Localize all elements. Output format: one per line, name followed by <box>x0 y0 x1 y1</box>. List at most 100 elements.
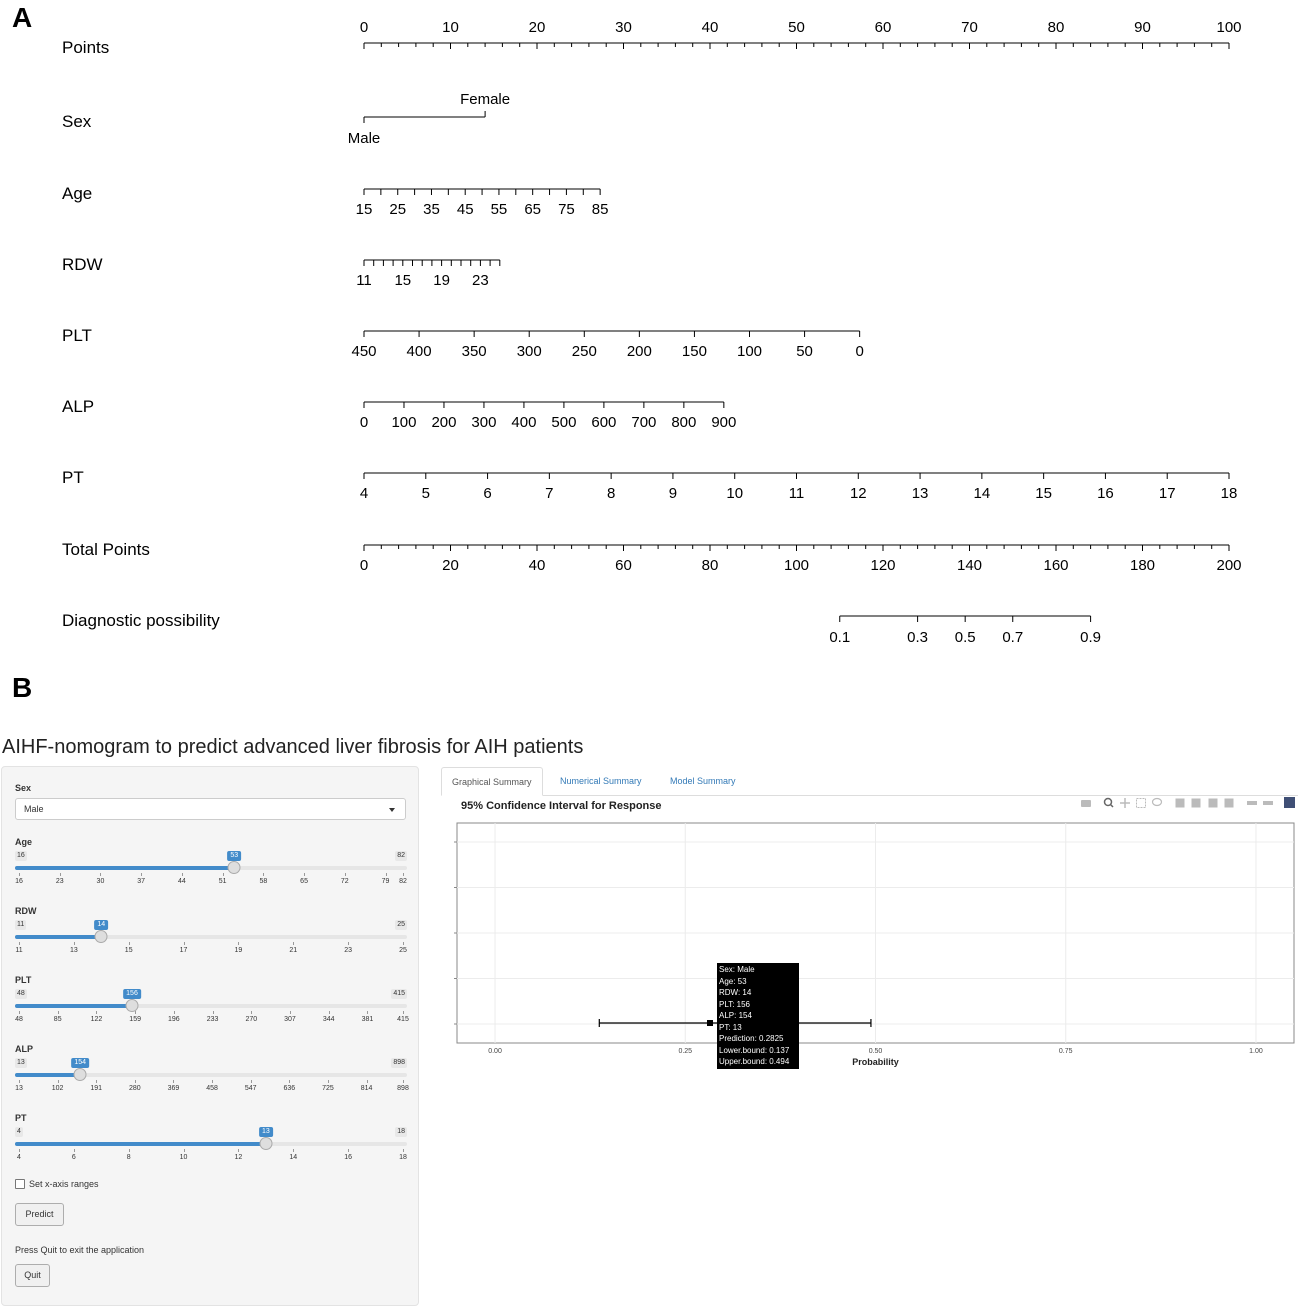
age-slider[interactable]: 16 82 53 16 23 30 37 44 51 58 65 72 79 82 <box>15 851 407 901</box>
tab-graphical-summary[interactable]: Graphical Summary <box>441 767 543 796</box>
box-select-icon[interactable] <box>1136 798 1146 808</box>
tooltip-line: Prediction: 0.2825 <box>719 1034 784 1043</box>
plt-tick-label: 250 <box>572 343 597 360</box>
plt-slider-tick <box>367 1011 369 1014</box>
row-label-rdw: RDW <box>62 255 103 274</box>
pt-slider-tick <box>238 1149 240 1152</box>
tooltip-line: Sex: Male <box>719 965 755 974</box>
tab-model-summary[interactable]: Model Summary <box>660 767 746 795</box>
plt-tick-label: 150 <box>682 343 707 360</box>
alp-slider-tick <box>173 1080 175 1083</box>
age-tick-label: 25 <box>389 201 406 218</box>
plt-slider-tick-label: 122 <box>90 1016 103 1023</box>
ci-x-tick-label: 0.50 <box>869 1048 883 1055</box>
zoom-out-icon[interactable] <box>1191 798 1201 808</box>
alp-slider-tick-label: 191 <box>90 1085 103 1092</box>
tooltip-line: PT: 13 <box>719 1022 742 1032</box>
alp-slider-tick-label: 458 <box>206 1085 218 1092</box>
alp-slider[interactable]: 13 898 154 13 102 191 280 369 458 547 636 725 814 898 <box>15 1058 409 1108</box>
ci-x-tick-label: 1.00 <box>1249 1048 1263 1055</box>
pt-tick-label: 17 <box>1159 485 1176 502</box>
camera-icon[interactable] <box>1081 800 1091 807</box>
possibility-tick-label: 0.9 <box>1080 629 1101 646</box>
row-label-alp: ALP <box>62 397 94 416</box>
tooltip-line: ALP: 154 <box>719 1011 752 1020</box>
alp-slider-handle[interactable] <box>73 1068 87 1081</box>
plt-slider-tick-label: 159 <box>129 1016 141 1023</box>
sex-label: Sex <box>15 783 32 793</box>
rdw-tick-label: 11 <box>356 272 372 289</box>
pt-slider-tick-label: 6 <box>71 1154 76 1161</box>
age-slider-tick <box>19 873 20 876</box>
plt-slider-tick-label: 196 <box>168 1016 180 1023</box>
pt-slider-tick-label: 10 <box>179 1154 188 1161</box>
alp-value-label: 154 <box>71 1058 90 1068</box>
age-slider-fill <box>15 866 235 870</box>
alp-tick-label: 800 <box>671 414 696 431</box>
ci-x-tick-label: 0.25 <box>678 1048 692 1055</box>
pan-icon[interactable] <box>1120 798 1130 808</box>
rdw-slider-handle[interactable] <box>94 930 108 943</box>
pt-tick-label: 12 <box>850 485 867 502</box>
age-slider-tick-label: 30 <box>96 878 105 885</box>
total-points-tick-label: 120 <box>870 557 895 574</box>
rdw-slider-tick <box>403 942 404 945</box>
quit-button[interactable]: Quit <box>15 1264 50 1287</box>
age-slider-tick <box>100 873 102 876</box>
autoscale-icon[interactable] <box>1208 798 1218 808</box>
sex-select[interactable]: Male <box>15 798 406 820</box>
plt-slider-handle[interactable] <box>125 999 139 1012</box>
rdw-slider-tick-label: 19 <box>234 947 243 954</box>
possibility-tick-label: 0.3 <box>907 629 928 646</box>
alp-label: ALP <box>15 1044 33 1054</box>
total-points-tick-label: 0 <box>360 557 368 574</box>
age-slider-tick-label: 72 <box>340 878 349 885</box>
alp-slider-tick <box>212 1080 214 1083</box>
rdw-slider-tick <box>348 942 350 945</box>
spike-icon[interactable] <box>1247 801 1257 805</box>
alp-slider-tick <box>327 1080 329 1083</box>
pt-value-label: 13 <box>258 1127 273 1137</box>
possibility-tick-label: 0.5 <box>955 629 976 646</box>
age-slider-tick-label: 23 <box>55 878 64 885</box>
rdw-slider-fill <box>15 935 102 939</box>
total-points-tick-label: 100 <box>784 557 809 574</box>
alp-tick-label: 0 <box>360 414 368 431</box>
age-tick-label: 85 <box>592 201 609 218</box>
pt-slider[interactable]: 4 18 13 4 6 8 10 12 14 16 18 <box>15 1127 407 1177</box>
total-points-tick-label: 40 <box>529 557 546 574</box>
age-slider-tick-label: 65 <box>300 878 308 885</box>
home-icon[interactable] <box>1224 798 1234 808</box>
pt-slider-handle[interactable] <box>259 1137 273 1150</box>
rdw-slider-tick <box>128 942 130 945</box>
age-slider-handle[interactable] <box>227 861 241 874</box>
age-min-label: 16 <box>15 851 27 861</box>
rdw-slider-tick-label: 17 <box>179 947 188 954</box>
alp-slider-fill <box>15 1073 81 1077</box>
pt-slider-tick-label: 16 <box>344 1154 353 1161</box>
plt-slider[interactable]: 48 415 156 48 85 122 159 196 233 270 307 344 381 415 <box>15 989 409 1039</box>
zoom-icon[interactable] <box>1103 797 1114 808</box>
rdw-slider-tick-label: 25 <box>399 947 407 954</box>
predict-button[interactable]: Predict <box>15 1203 64 1226</box>
tab-numerical-summary[interactable]: Numerical Summary <box>550 767 652 795</box>
alp-tick-label: 900 <box>711 414 736 431</box>
possibility-tick-label: 0.1 <box>829 629 850 646</box>
zoom-in-icon[interactable] <box>1175 798 1185 808</box>
set-x-axis-ranges-checkbox-row[interactable]: Set x-axis ranges <box>15 1179 99 1189</box>
ci-prediction-point[interactable] <box>707 1020 714 1026</box>
alp-tick-label: 300 <box>471 414 496 431</box>
alp-slider-tick <box>250 1080 252 1083</box>
rdw-slider[interactable]: 11 25 14 11 13 15 17 19 21 23 25 <box>15 920 407 970</box>
total-points-tick-label: 20 <box>442 557 459 574</box>
app-title: AIHF-nomogram to predict advanced liver … <box>2 736 584 758</box>
row-label-points: Points <box>62 38 109 57</box>
plt-min-label: 48 <box>15 989 27 999</box>
rdw-slider-tick <box>293 942 295 945</box>
points-tick-label: 60 <box>875 19 892 36</box>
checkbox-icon[interactable] <box>15 1179 25 1189</box>
pt-tick-label: 4 <box>360 485 368 502</box>
plotly-logo-icon[interactable] <box>1284 797 1295 808</box>
compare-icon[interactable] <box>1263 801 1273 805</box>
lasso-icon[interactable] <box>1151 797 1163 807</box>
